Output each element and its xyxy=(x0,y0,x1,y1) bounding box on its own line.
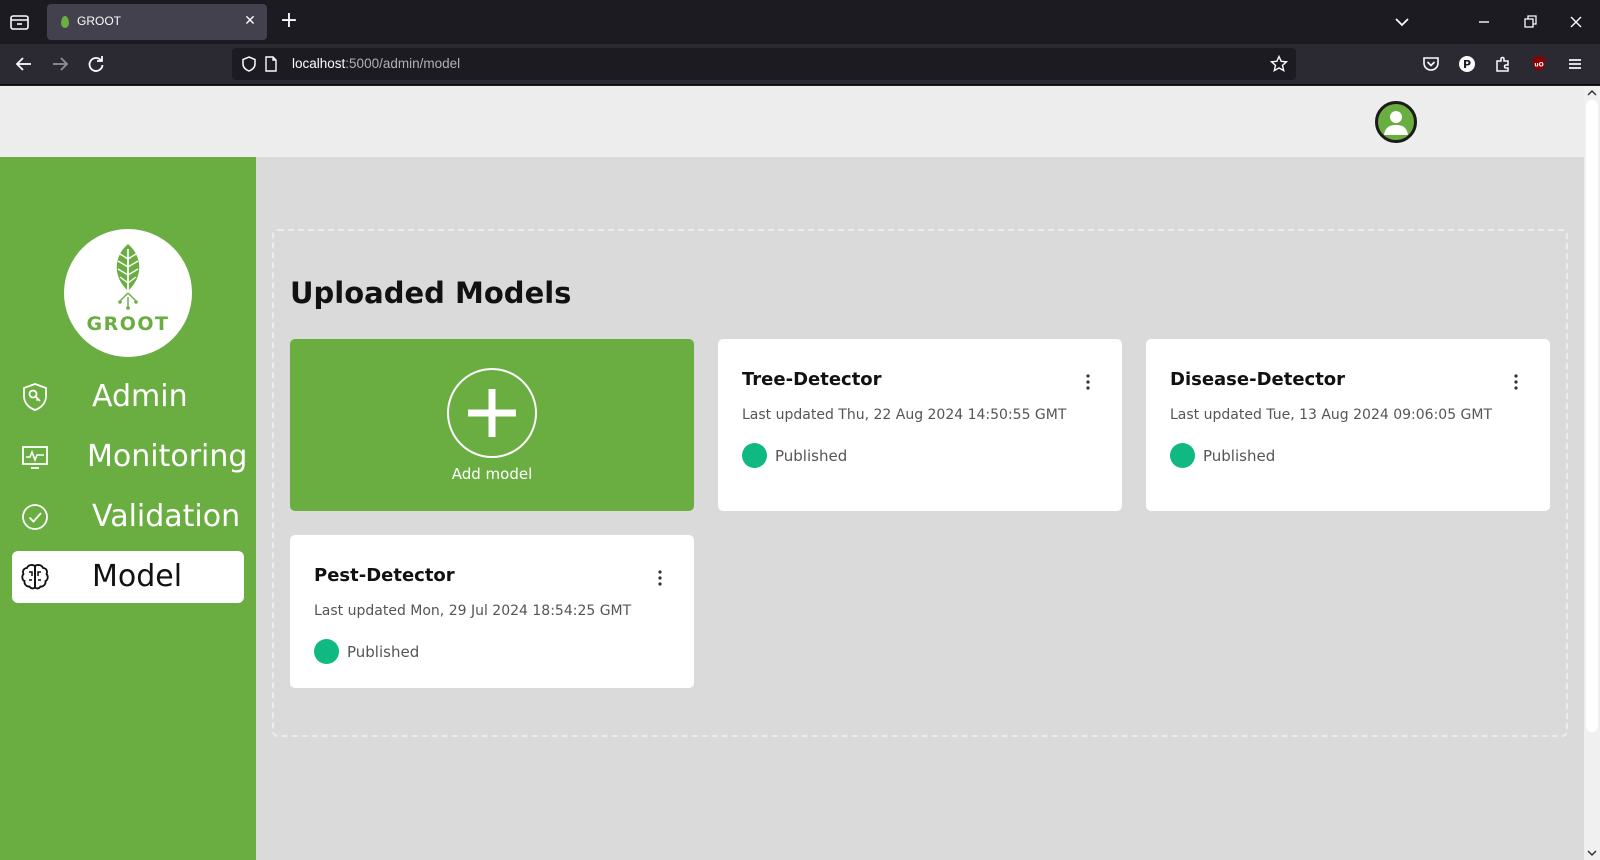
browser-nav-bar: localhost:5000/admin/model P uO xyxy=(0,44,1600,85)
status-label: Published xyxy=(347,643,420,661)
tab-list-icon[interactable] xyxy=(8,11,32,33)
model-name: Pest-Detector xyxy=(314,565,455,586)
scroll-down-icon[interactable] xyxy=(1587,848,1597,858)
extensions-puzzle-icon[interactable] xyxy=(1492,53,1514,75)
shield-key-icon xyxy=(23,383,47,411)
status-indicator xyxy=(742,443,767,468)
sidebar-item-label: Monitoring xyxy=(87,439,248,474)
more-vertical-icon[interactable] xyxy=(652,567,668,589)
more-vertical-icon[interactable] xyxy=(1080,371,1096,393)
svg-text:P: P xyxy=(1463,58,1471,71)
page-title: Uploaded Models xyxy=(290,276,572,310)
tab-title: GROOT xyxy=(77,14,121,28)
back-arrow-icon[interactable] xyxy=(13,53,35,75)
last-updated-text: Last updated Mon, 29 Jul 2024 18:54:25 G… xyxy=(314,603,632,619)
svg-text:uO: uO xyxy=(1534,62,1543,69)
model-name: Tree-Detector xyxy=(742,369,882,390)
user-icon xyxy=(1384,111,1408,135)
sidebar: GROOT Admin Monitoring Validation Model xyxy=(0,157,256,860)
check-circle-icon xyxy=(22,504,48,530)
sidebar-item-label: Model xyxy=(92,559,183,594)
groot-logo[interactable]: GROOT xyxy=(64,229,192,357)
new-tab-button[interactable]: + xyxy=(278,10,300,33)
add-model-button[interactable]: Add model xyxy=(290,339,694,511)
sidebar-item-model[interactable]: Model xyxy=(12,551,244,603)
scroll-up-icon[interactable] xyxy=(1587,88,1597,98)
top-header xyxy=(0,86,1584,157)
page-viewport: GROOT Admin Monitoring Validation Model … xyxy=(0,86,1584,860)
status-label: Published xyxy=(775,447,848,465)
restore-icon[interactable] xyxy=(1520,12,1540,32)
page-info-icon[interactable] xyxy=(262,55,280,73)
shield-icon[interactable] xyxy=(240,55,258,73)
sidebar-item-label: Validation xyxy=(92,499,241,534)
profile-p-icon[interactable]: P xyxy=(1456,53,1478,75)
leaf-logo-icon xyxy=(116,244,140,310)
scrollbar-thumb[interactable] xyxy=(1586,100,1598,732)
plus-circle-icon xyxy=(447,368,537,458)
forward-arrow-icon[interactable] xyxy=(49,53,71,75)
last-updated-text: Last updated Thu, 22 Aug 2024 14:50:55 G… xyxy=(742,407,1067,423)
browser-tab[interactable]: GROOT ✕ xyxy=(47,4,267,40)
url-text[interactable]: localhost:5000/admin/model xyxy=(292,56,460,71)
sidebar-item-admin[interactable]: Admin xyxy=(12,371,244,423)
address-bar[interactable]: localhost:5000/admin/model xyxy=(232,48,1296,80)
sidebar-item-validation[interactable]: Validation xyxy=(12,491,244,543)
close-tab-icon[interactable]: ✕ xyxy=(241,12,259,30)
pocket-icon[interactable] xyxy=(1420,53,1442,75)
sidebar-item-label: Admin xyxy=(92,379,188,414)
monitor-chart-icon xyxy=(22,446,48,469)
last-updated-text: Last updated Tue, 13 Aug 2024 09:06:05 G… xyxy=(1170,407,1493,423)
user-avatar[interactable] xyxy=(1375,101,1417,143)
add-model-label: Add model xyxy=(451,465,533,483)
reload-icon[interactable] xyxy=(85,53,107,75)
model-name: Disease-Detector xyxy=(1170,369,1346,390)
status-indicator xyxy=(314,639,339,664)
model-card-disease-detector[interactable]: Disease-Detector Last updated Tue, 13 Au… xyxy=(1146,339,1550,511)
browser-tab-bar: GROOT ✕ + xyxy=(0,0,1600,44)
status-indicator xyxy=(1170,443,1195,468)
model-card-tree-detector[interactable]: Tree-Detector Last updated Thu, 22 Aug 2… xyxy=(718,339,1122,511)
list-all-tabs-icon[interactable] xyxy=(1392,12,1412,32)
more-vertical-icon[interactable] xyxy=(1508,371,1524,393)
vertical-scrollbar[interactable] xyxy=(1584,86,1600,860)
brain-icon xyxy=(21,564,49,590)
status-label: Published xyxy=(1203,447,1276,465)
ublock-shield-icon[interactable]: uO xyxy=(1528,53,1550,75)
model-card-pest-detector[interactable]: Pest-Detector Last updated Mon, 29 Jul 2… xyxy=(290,535,694,688)
url-path: :5000/admin/model xyxy=(345,56,461,71)
url-host: localhost xyxy=(292,56,346,71)
bookmark-star-icon[interactable] xyxy=(1270,55,1288,73)
hamburger-menu-icon[interactable] xyxy=(1564,53,1586,75)
minimize-icon[interactable] xyxy=(1474,12,1494,32)
close-window-icon[interactable] xyxy=(1566,12,1586,32)
sidebar-item-monitoring[interactable]: Monitoring xyxy=(12,431,248,483)
logo-text: GROOT xyxy=(86,313,170,335)
leaf-favicon-icon xyxy=(61,16,69,28)
